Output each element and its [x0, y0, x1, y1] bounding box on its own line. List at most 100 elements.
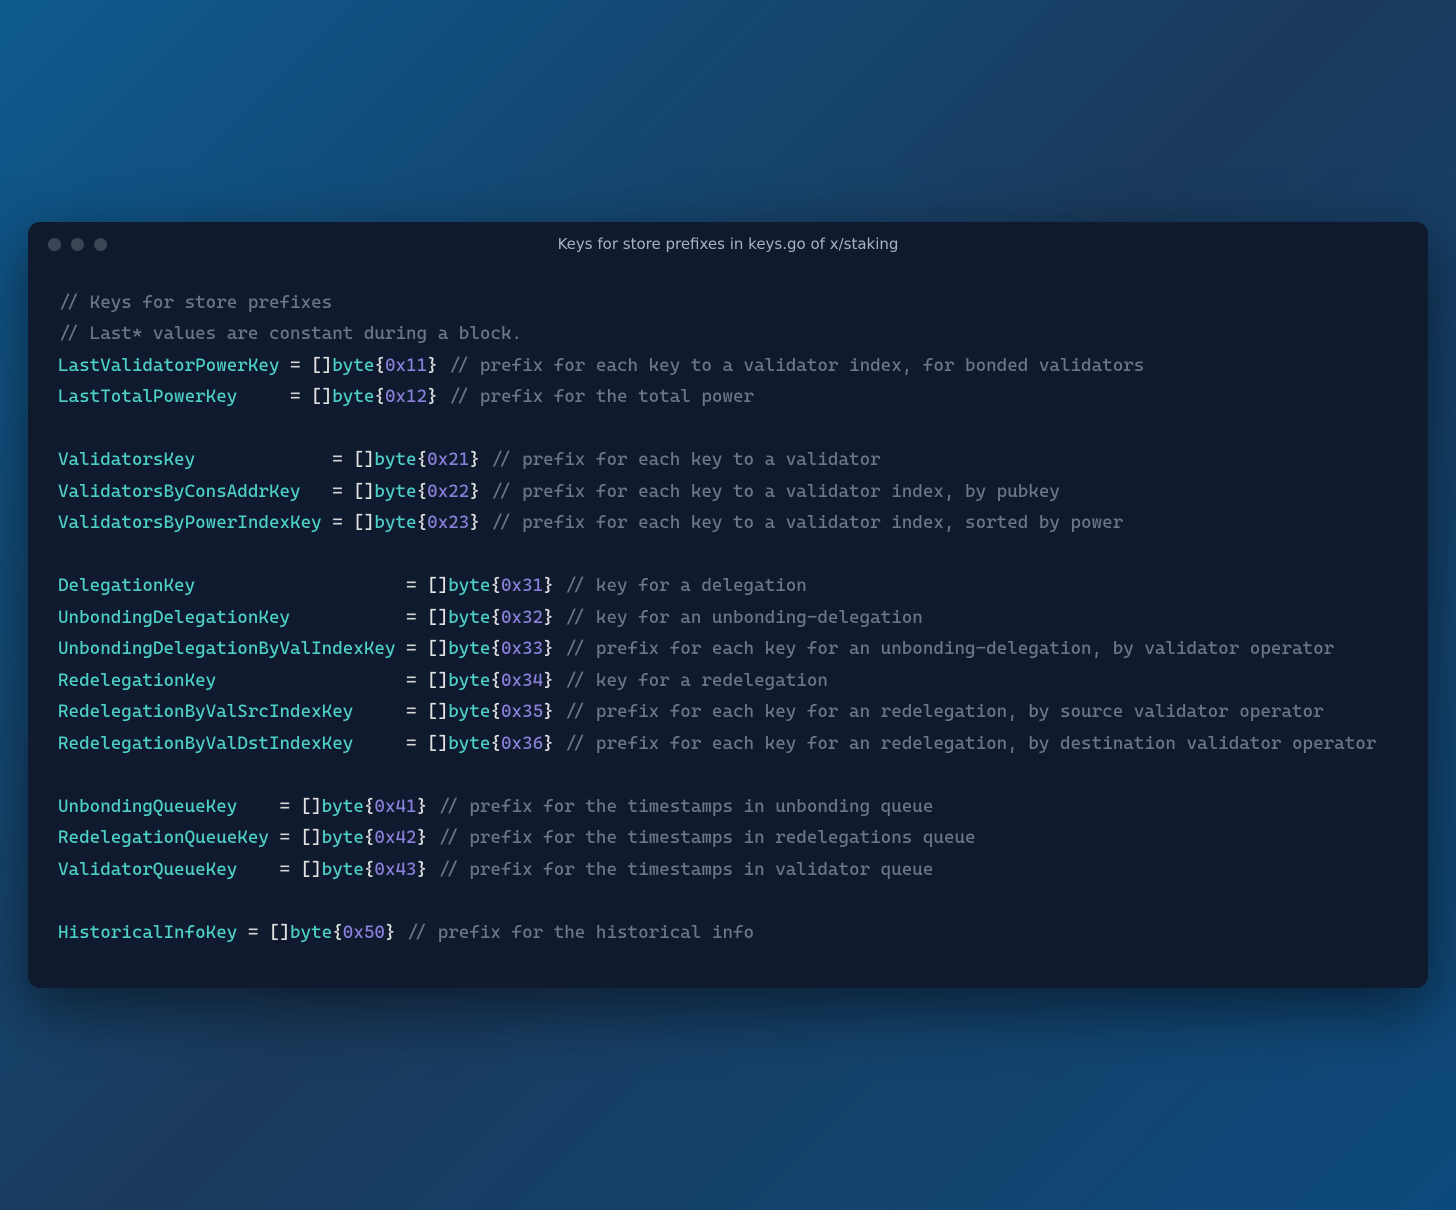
- brace: }: [469, 512, 480, 533]
- type-keyword: byte: [448, 701, 490, 722]
- space: [554, 575, 565, 596]
- type-keyword: byte: [448, 607, 490, 628]
- comment: // key for a delegation: [564, 575, 807, 596]
- brace: {: [364, 796, 375, 817]
- identifier: RedelegationByValSrcIndexKey: [58, 701, 396, 722]
- hex-literal: 0x23: [427, 512, 469, 533]
- bracket: []: [301, 796, 322, 817]
- identifier: LastValidatorPowerKey: [58, 355, 279, 376]
- type-keyword: byte: [448, 575, 490, 596]
- space: [480, 481, 491, 502]
- code-line: RedelegationByValDstIndexKey = []byte{0x…: [58, 728, 1398, 760]
- brace: {: [374, 386, 385, 407]
- comment: // key for an unbonding-delegation: [564, 607, 923, 628]
- space: [554, 607, 565, 628]
- comment: // prefix for the timestamps in redelega…: [438, 827, 976, 848]
- code-line: // Keys for store prefixes: [58, 287, 1398, 319]
- code-line: ValidatorsByPowerIndexKey = []byte{0x23}…: [58, 507, 1398, 539]
- identifier: UnbondingDelegationKey: [58, 607, 396, 628]
- space: [554, 670, 565, 691]
- hex-literal: 0x41: [374, 796, 416, 817]
- comment: // prefix for the timestamps in validato…: [438, 859, 934, 880]
- brace: }: [417, 827, 428, 848]
- hex-literal: 0x12: [385, 386, 427, 407]
- equals: =: [279, 386, 311, 407]
- bracket: []: [427, 733, 448, 754]
- titlebar: Keys for store prefixes in keys.go of x/…: [28, 222, 1428, 267]
- brace: {: [417, 512, 428, 533]
- brace: {: [374, 355, 385, 376]
- blank-line: [58, 759, 1398, 791]
- type-keyword: byte: [448, 733, 490, 754]
- bracket: []: [427, 575, 448, 596]
- identifier: ValidatorsKey: [58, 449, 322, 470]
- equals: =: [396, 670, 428, 691]
- equals: =: [279, 355, 311, 376]
- space: [427, 796, 438, 817]
- brace: }: [543, 701, 554, 722]
- type-keyword: byte: [290, 922, 332, 943]
- brace: }: [543, 733, 554, 754]
- brace: }: [427, 355, 438, 376]
- brace: {: [490, 670, 501, 691]
- bracket: []: [311, 355, 332, 376]
- type-keyword: byte: [448, 638, 490, 659]
- blank-line: [58, 413, 1398, 445]
- type-keyword: byte: [322, 827, 364, 848]
- equals: =: [322, 481, 354, 502]
- code-line: UnbondingQueueKey = []byte{0x41} // pref…: [58, 791, 1398, 823]
- hex-literal: 0x33: [501, 638, 543, 659]
- bracket: []: [427, 670, 448, 691]
- code-window: Keys for store prefixes in keys.go of x/…: [28, 222, 1428, 989]
- equals: =: [269, 859, 301, 880]
- identifier: ValidatorsByConsAddrKey: [58, 481, 322, 502]
- hex-literal: 0x36: [501, 733, 543, 754]
- brace: }: [543, 670, 554, 691]
- bracket: []: [427, 638, 448, 659]
- hex-literal: 0x34: [501, 670, 543, 691]
- window-title: Keys for store prefixes in keys.go of x/…: [28, 235, 1428, 253]
- identifier: HistoricalInfoKey: [58, 922, 237, 943]
- hex-literal: 0x43: [374, 859, 416, 880]
- brace: }: [543, 607, 554, 628]
- equals: =: [269, 796, 301, 817]
- comment: // Keys for store prefixes: [58, 292, 332, 313]
- comment: // prefix for each key for an unbonding-…: [564, 638, 1334, 659]
- brace: {: [364, 859, 375, 880]
- space: [427, 859, 438, 880]
- equals: =: [396, 733, 428, 754]
- space: [480, 449, 491, 470]
- brace: }: [417, 859, 428, 880]
- bracket: []: [311, 386, 332, 407]
- equals: =: [396, 701, 428, 722]
- type-keyword: byte: [448, 670, 490, 691]
- hex-literal: 0x32: [501, 607, 543, 628]
- brace: }: [417, 796, 428, 817]
- identifier: ValidatorsByPowerIndexKey: [58, 512, 322, 533]
- bracket: []: [427, 701, 448, 722]
- bracket: []: [427, 607, 448, 628]
- blank-line: [58, 539, 1398, 571]
- space: [427, 827, 438, 848]
- type-keyword: byte: [322, 796, 364, 817]
- identifier: LastTotalPowerKey: [58, 386, 279, 407]
- comment: // prefix for the total power: [448, 386, 754, 407]
- code-line: RedelegationQueueKey = []byte{0x42} // p…: [58, 822, 1398, 854]
- identifier: RedelegationKey: [58, 670, 396, 691]
- minimize-icon[interactable]: [71, 238, 84, 251]
- code-line: HistoricalInfoKey = []byte{0x50} // pref…: [58, 917, 1398, 949]
- maximize-icon[interactable]: [94, 238, 107, 251]
- space: [438, 386, 449, 407]
- brace: {: [417, 481, 428, 502]
- brace: }: [385, 922, 396, 943]
- comment: // prefix for each key to a validator in…: [490, 481, 1060, 502]
- code-area: // Keys for store prefixes// Last* value…: [28, 267, 1428, 989]
- equals: =: [396, 575, 428, 596]
- equals: =: [322, 512, 354, 533]
- close-icon[interactable]: [48, 238, 61, 251]
- code-line: RedelegationKey = []byte{0x34} // key fo…: [58, 665, 1398, 697]
- brace: {: [364, 827, 375, 848]
- equals: =: [322, 449, 354, 470]
- identifier: UnbondingQueueKey: [58, 796, 269, 817]
- space: [554, 701, 565, 722]
